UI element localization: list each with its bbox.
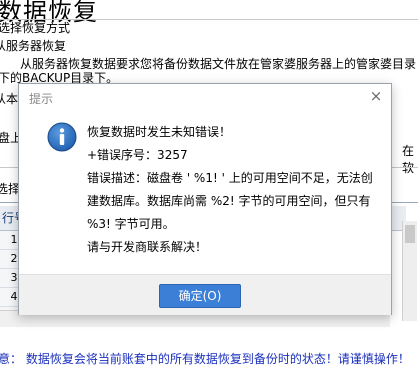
message-line: +错误序号：3257 <box>87 148 188 162</box>
close-icon[interactable]: × <box>367 87 385 105</box>
local-desc-fragment-right: 在软 <box>402 144 415 175</box>
error-dialog: 提示 × 恢复数据时发生未知错误！ +错误序号：3257 错误描述：磁盘卷 ' … <box>18 83 392 315</box>
message-line: 建数据库。数据库尚需 %2! 字节的可用空间，但只有 <box>87 194 371 208</box>
vertical-scrollbar[interactable] <box>402 221 417 321</box>
message-line: %3! 字节可用。 <box>87 217 175 231</box>
server-description: 从服务器恢复数据要求您将备份数据文件放在管家婆服务器上的管家婆目录 下的BACK… <box>0 57 418 85</box>
scrollbar-thumb[interactable] <box>405 225 415 243</box>
section-label-restore-mode: 选择恢复方式 <box>0 21 71 35</box>
radio-label-local: 从本 <box>0 92 19 106</box>
dialog-title: 提示 <box>29 92 54 106</box>
info-icon <box>47 122 77 152</box>
warning-note: 意： 数据恢复会将当前账套中的所有数据恢复到备份时的状态！请谨慎操作！ <box>0 352 410 366</box>
dialog-titlebar[interactable]: 提示 × <box>19 84 391 110</box>
radio-restore-from-server[interactable]: 从服务器恢复 <box>0 37 66 54</box>
dialog-message: 恢复数据时发生未知错误！ +错误序号：3257 错误描述：磁盘卷 ' %1! '… <box>87 121 387 259</box>
select-backup-label: 选择 <box>0 182 21 196</box>
message-line: 恢复数据时发生未知错误！ <box>87 125 232 139</box>
radio-restore-from-local[interactable]: 从本 <box>0 90 18 107</box>
server-desc-line1: 从服务器恢复数据要求您将备份数据文件放在管家婆服务器上的管家婆目录 <box>20 57 417 71</box>
radio-label-server: 从服务器恢复 <box>0 39 67 53</box>
ok-button[interactable]: 确定(O) <box>159 284 241 308</box>
dialog-footer: 确定(O) <box>19 274 391 315</box>
message-line: 错误描述：磁盘卷 ' %1! ' 上的可用空间不足，无法创 <box>87 171 373 185</box>
message-line: 请与开发商联系解决！ <box>87 240 208 254</box>
